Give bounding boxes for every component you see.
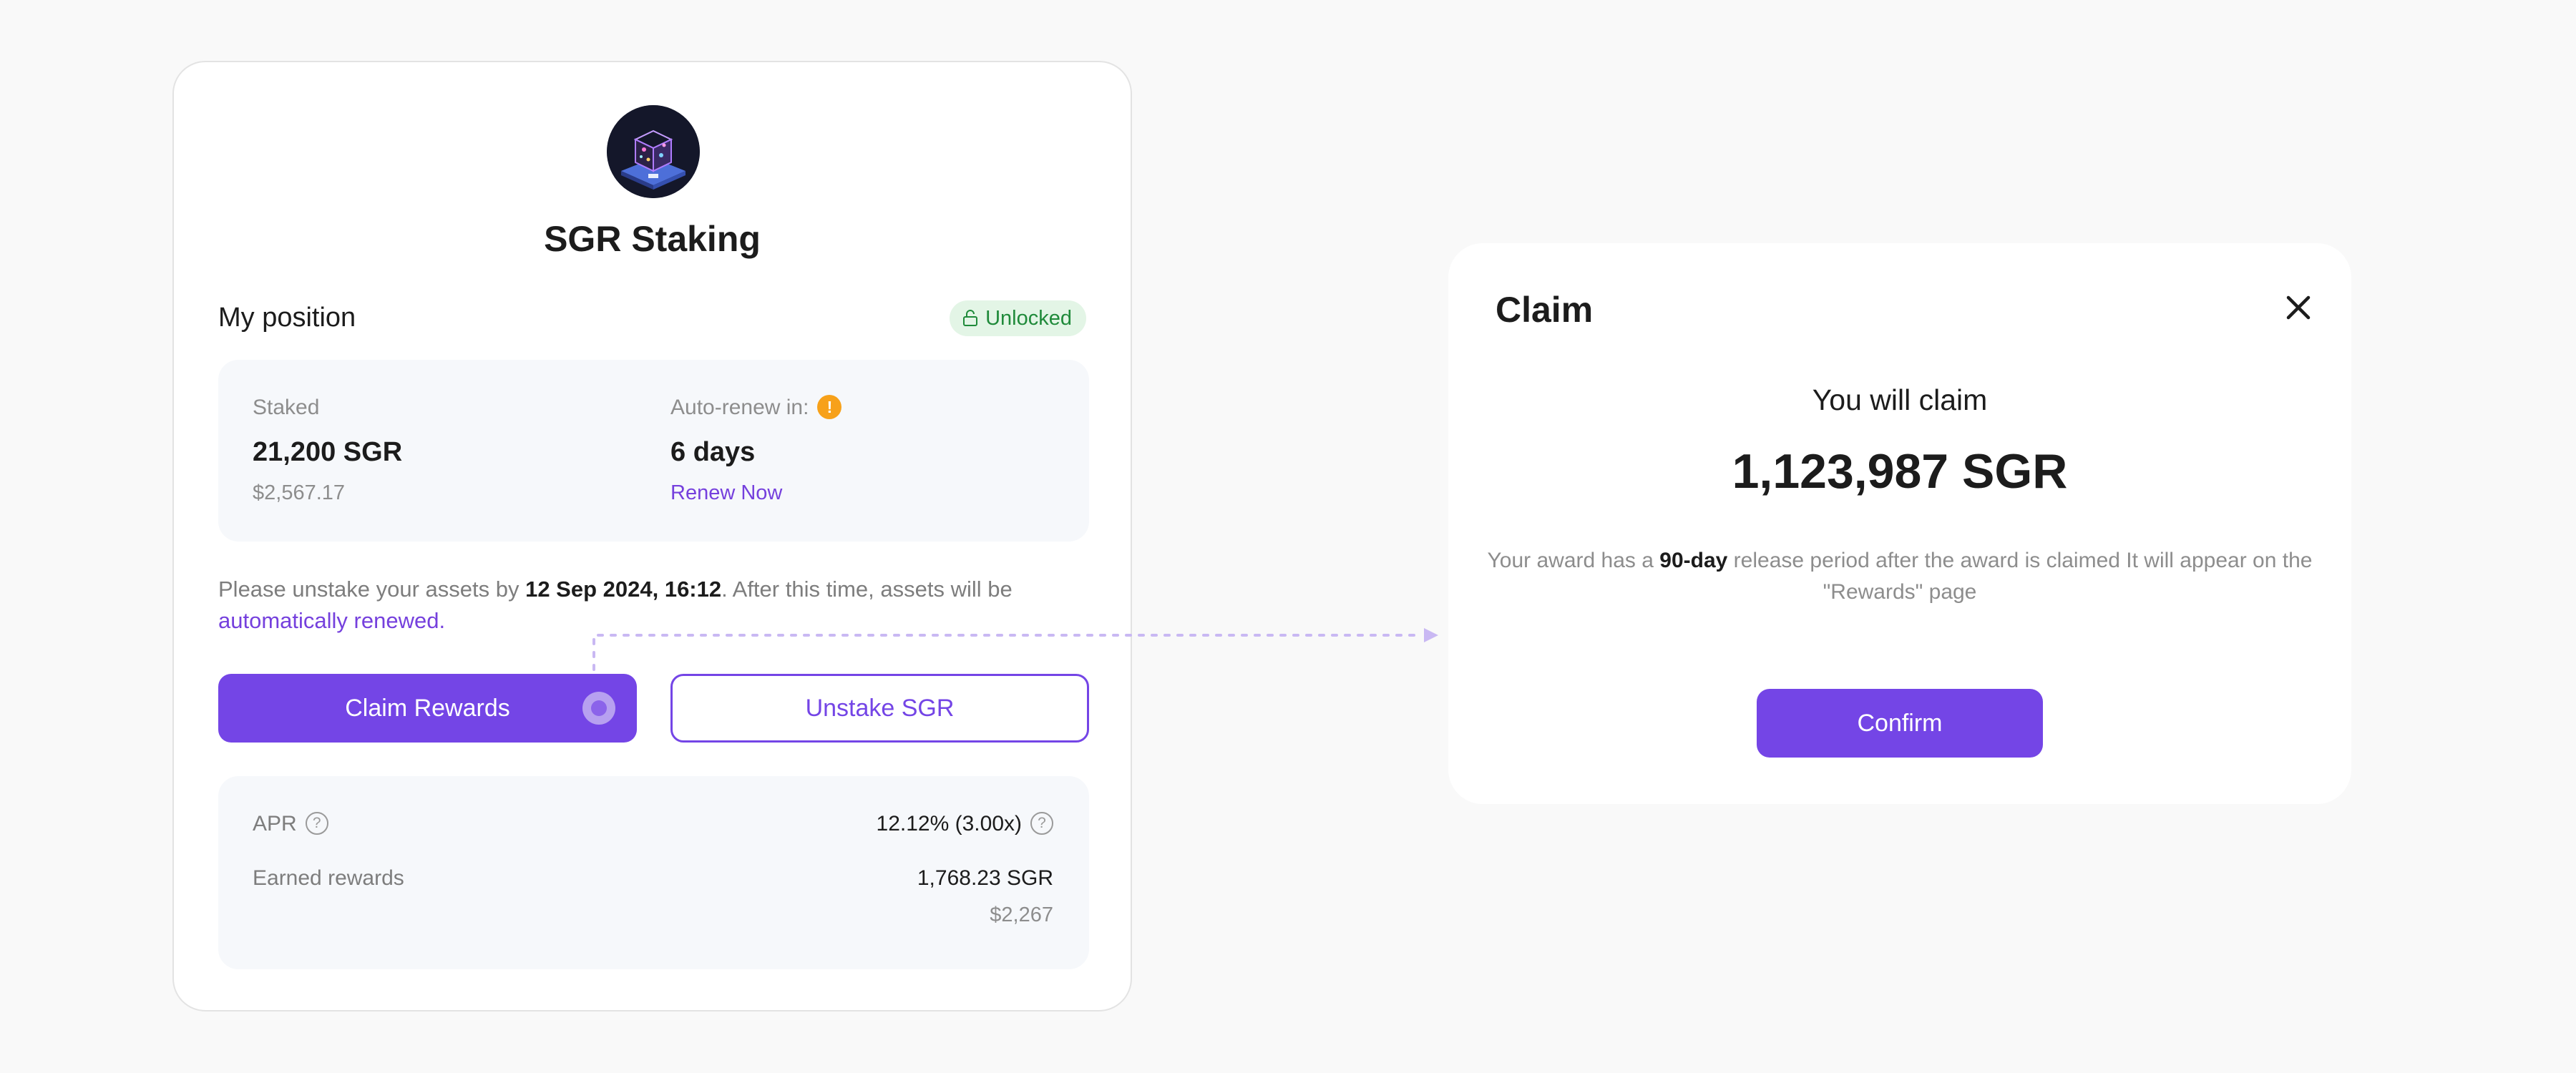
notice-middle: . After this time, assets will be xyxy=(721,577,1013,602)
staking-title: SGR Staking xyxy=(544,219,761,259)
unstake-label: Unstake SGR xyxy=(805,694,955,722)
autorenew-value: 6 days xyxy=(670,437,756,467)
notice-suffix: . xyxy=(439,608,446,633)
unstake-button[interactable]: Unstake SGR xyxy=(670,674,1089,743)
earned-rewards-label: Earned rewards xyxy=(253,866,404,890)
status-badge: Unlocked xyxy=(950,300,1086,336)
rewards-panel: APR? 12.12% (3.00x)? Earned rewards 1,76… xyxy=(218,776,1089,969)
confirm-label: Confirm xyxy=(1857,709,1943,737)
close-icon xyxy=(2286,295,2311,320)
claim-modal: Claim You will claim 1,123,987 SGR Your … xyxy=(1448,243,2351,804)
apr-value-row: 12.12% (3.00x)? xyxy=(877,812,1053,836)
confirm-button[interactable]: Confirm xyxy=(1757,689,2043,758)
apr-label: APR xyxy=(253,812,297,836)
cube-logo-icon xyxy=(607,105,700,198)
claim-amount: 1,123,987 SGR xyxy=(1732,444,2068,499)
renew-now-link[interactable]: Renew Now xyxy=(670,481,782,505)
claim-description: Your award has a 90-day release period a… xyxy=(1484,545,2316,608)
warning-icon[interactable]: ! xyxy=(817,395,842,420)
staked-label: Staked xyxy=(253,396,320,419)
apr-label-row: APR? xyxy=(253,812,328,836)
close-button[interactable] xyxy=(2277,286,2320,329)
claim-rewards-label: Claim Rewards xyxy=(345,694,510,722)
earned-rewards-value: 1,768.23 SGR xyxy=(917,866,1053,890)
auto-renew-link[interactable]: automatically renewed xyxy=(218,608,439,633)
unstake-notice: Please unstake your assets by 12 Sep 202… xyxy=(218,574,1089,637)
position-summary-panel: Staked 21,200 SGR $2,567.17 Auto-renew i… xyxy=(218,360,1089,542)
click-indicator-icon xyxy=(582,692,615,725)
desc-release-period: 90-day xyxy=(1659,549,1728,572)
modal-title: Claim xyxy=(1496,290,1594,330)
autorenew-label-row: Auto-renew in:! xyxy=(670,395,842,421)
staked-usd: $2,567.17 xyxy=(253,481,346,504)
staked-amount: 21,200 SGR xyxy=(253,437,403,467)
claim-rewards-button[interactable]: Claim Rewards xyxy=(218,674,637,743)
unlock-icon xyxy=(963,310,978,326)
notice-date: 12 Sep 2024, 16:12 xyxy=(525,577,722,602)
my-position-label: My position xyxy=(218,303,356,333)
earned-rewards-usd: $2,267 xyxy=(990,903,1053,926)
status-badge-label: Unlocked xyxy=(985,306,1072,330)
help-icon[interactable]: ? xyxy=(305,812,328,836)
autorenew-label: Auto-renew in: xyxy=(670,396,809,419)
apr-value: 12.12% (3.00x) xyxy=(876,812,1022,836)
help-icon[interactable]: ? xyxy=(1030,812,1053,836)
arrow-head-icon xyxy=(1424,628,1438,642)
notice-prefix: Please unstake your assets by xyxy=(218,577,526,602)
desc-prefix: Your award has a xyxy=(1487,549,1660,572)
desc-suffix: release period after the award is claime… xyxy=(1727,549,2313,604)
claim-subtitle: You will claim xyxy=(1812,383,1988,416)
staking-card: SGR Staking My position Unlocked Staked … xyxy=(172,61,1132,1011)
